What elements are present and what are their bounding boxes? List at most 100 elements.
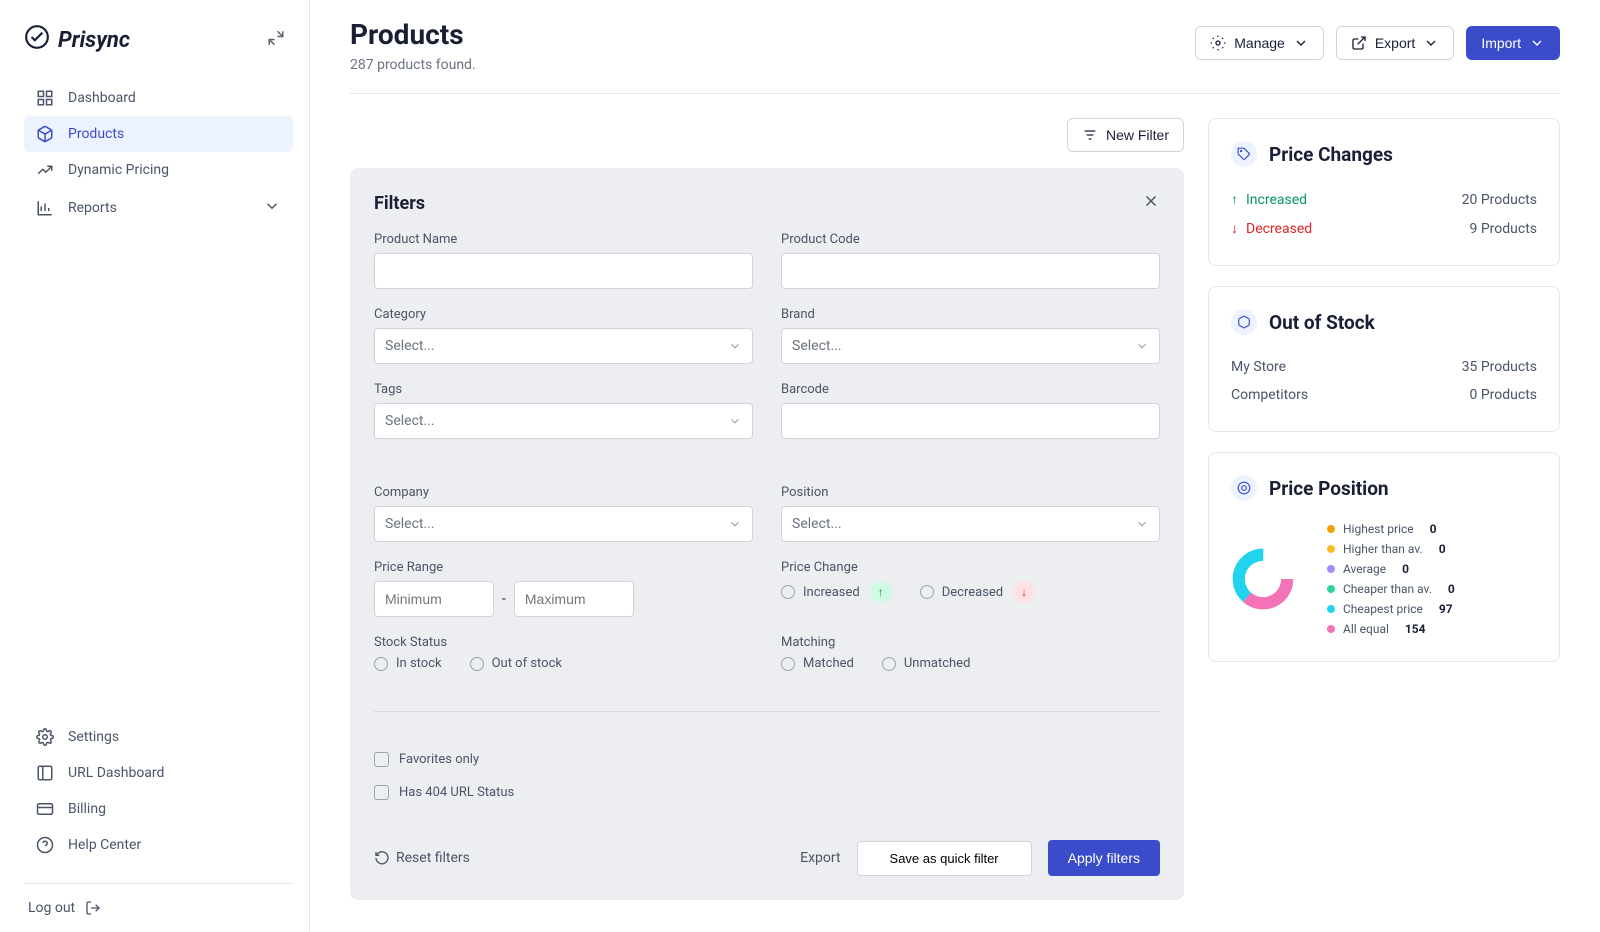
chevron-down-icon xyxy=(1529,35,1545,51)
filters-export-button[interactable]: Export xyxy=(800,850,840,866)
card-title: Out of Stock xyxy=(1269,311,1375,334)
import-button[interactable]: Import xyxy=(1466,26,1560,60)
radio-icon xyxy=(470,657,484,671)
nav-label: Settings xyxy=(68,729,119,745)
legend-dot xyxy=(1327,625,1335,633)
increased-row[interactable]: ↑Increased 20 Products xyxy=(1231,185,1537,214)
nav-label: URL Dashboard xyxy=(68,765,164,781)
company-select[interactable]: Select... xyxy=(374,506,753,542)
chevron-down-icon xyxy=(728,517,742,531)
page-subtitle: 287 products found. xyxy=(350,57,476,73)
favorites-checkbox[interactable]: Favorites only xyxy=(374,752,1160,767)
button-label: Import xyxy=(1481,35,1521,51)
logout-icon xyxy=(85,900,101,916)
export-button[interactable]: Export xyxy=(1336,26,1454,60)
legend-dot xyxy=(1327,565,1335,573)
legend-item[interactable]: All equal154 xyxy=(1327,619,1537,639)
radio-icon xyxy=(920,585,934,599)
nav-products[interactable]: Products xyxy=(24,116,293,152)
position-select[interactable]: Select... xyxy=(781,506,1160,542)
product-code-label: Product Code xyxy=(781,232,1160,247)
chevron-down-icon xyxy=(728,339,742,353)
button-label: Export xyxy=(1375,35,1415,51)
arrow-up-icon: ↑ xyxy=(870,581,892,603)
legend-item[interactable]: Average0 xyxy=(1327,559,1537,579)
legend-item[interactable]: Highest price0 xyxy=(1327,519,1537,539)
radio-icon xyxy=(781,657,795,671)
category-label: Category xyxy=(374,307,753,322)
logout-button[interactable]: Log out xyxy=(24,883,293,916)
nav-billing[interactable]: Billing xyxy=(24,791,293,827)
stock-status-label: Stock Status xyxy=(374,635,753,650)
nav-dynamic-pricing[interactable]: Dynamic Pricing xyxy=(24,152,293,188)
brand-label: Brand xyxy=(781,307,1160,322)
decreased-row[interactable]: ↓Decreased 9 Products xyxy=(1231,214,1537,243)
nav-label: Products xyxy=(68,126,124,142)
chevron-down-icon xyxy=(1135,517,1149,531)
chevron-down-icon xyxy=(1293,35,1309,51)
brand-select[interactable]: Select... xyxy=(781,328,1160,364)
competitors-row[interactable]: Competitors 0 Products xyxy=(1231,381,1537,409)
button-label: New Filter xyxy=(1106,127,1169,143)
matching-label: Matching xyxy=(781,635,1160,650)
radio-icon xyxy=(374,657,388,671)
legend-item[interactable]: Higher than av.0 xyxy=(1327,539,1537,559)
nav-dashboard[interactable]: Dashboard xyxy=(24,80,293,116)
box-icon xyxy=(1231,309,1257,335)
bottom-nav: Settings URL Dashboard Billing Help Cent… xyxy=(24,719,293,916)
out-of-stock-card: Out of Stock My Store 35 Products Compet… xyxy=(1208,286,1560,432)
legend-dot xyxy=(1327,585,1335,593)
product-name-label: Product Name xyxy=(374,232,753,247)
reset-icon xyxy=(374,850,390,866)
price-max-input[interactable] xyxy=(514,581,634,617)
nav-label: Billing xyxy=(68,801,106,817)
logo[interactable]: Prisync xyxy=(24,24,130,56)
radio-matched[interactable]: Matched xyxy=(781,656,854,671)
radio-icon xyxy=(781,585,795,599)
radio-in-stock[interactable]: In stock xyxy=(374,656,442,671)
arrow-down-icon: ↓ xyxy=(1231,220,1238,237)
nav-url-dashboard[interactable]: URL Dashboard xyxy=(24,755,293,791)
product-code-input[interactable] xyxy=(781,253,1160,289)
product-name-input[interactable] xyxy=(374,253,753,289)
barcode-input[interactable] xyxy=(781,403,1160,439)
legend-item[interactable]: Cheaper than av.0 xyxy=(1327,579,1537,599)
apply-filters-button[interactable]: Apply filters xyxy=(1048,840,1160,876)
nav-label: Reports xyxy=(68,200,117,216)
radio-unmatched[interactable]: Unmatched xyxy=(882,656,971,671)
my-store-row[interactable]: My Store 35 Products xyxy=(1231,353,1537,381)
price-change-label: Price Change xyxy=(781,560,1160,575)
radio-out-of-stock[interactable]: Out of stock xyxy=(470,656,562,671)
new-filter-button[interactable]: New Filter xyxy=(1067,118,1184,152)
has-404-checkbox[interactable]: Has 404 URL Status xyxy=(374,785,1160,800)
filters-panel: Filters Product Name Product Code xyxy=(350,168,1184,900)
nav-label: Dashboard xyxy=(68,90,136,106)
position-label: Position xyxy=(781,485,1160,500)
gear-icon xyxy=(1210,35,1226,51)
radio-increased[interactable]: Increased↑ xyxy=(781,581,892,603)
chevron-down-icon xyxy=(263,197,281,219)
price-range-label: Price Range xyxy=(374,560,753,575)
save-quick-filter-button[interactable]: Save as quick filter xyxy=(857,841,1032,876)
page-title: Products xyxy=(350,18,476,51)
chevron-down-icon xyxy=(728,414,742,428)
logo-icon xyxy=(24,24,50,56)
nav-reports[interactable]: Reports xyxy=(24,188,293,228)
category-select[interactable]: Select... xyxy=(374,328,753,364)
nav-label: Dynamic Pricing xyxy=(68,162,169,178)
nav-settings[interactable]: Settings xyxy=(24,719,293,755)
legend-item[interactable]: Cheapest price97 xyxy=(1327,599,1537,619)
filter-icon xyxy=(1082,127,1098,143)
checkbox-icon xyxy=(374,752,389,767)
nav-help-center[interactable]: Help Center xyxy=(24,827,293,863)
reset-filters-button[interactable]: Reset filters xyxy=(374,850,470,866)
checkbox-icon xyxy=(374,785,389,800)
tags-select[interactable]: Select... xyxy=(374,403,753,439)
company-label: Company xyxy=(374,485,753,500)
collapse-icon[interactable] xyxy=(267,29,285,51)
price-min-input[interactable] xyxy=(374,581,494,617)
close-icon[interactable] xyxy=(1142,192,1160,214)
radio-decreased[interactable]: Decreased↓ xyxy=(920,581,1035,603)
legend-dot xyxy=(1327,525,1335,533)
manage-button[interactable]: Manage xyxy=(1195,26,1324,60)
